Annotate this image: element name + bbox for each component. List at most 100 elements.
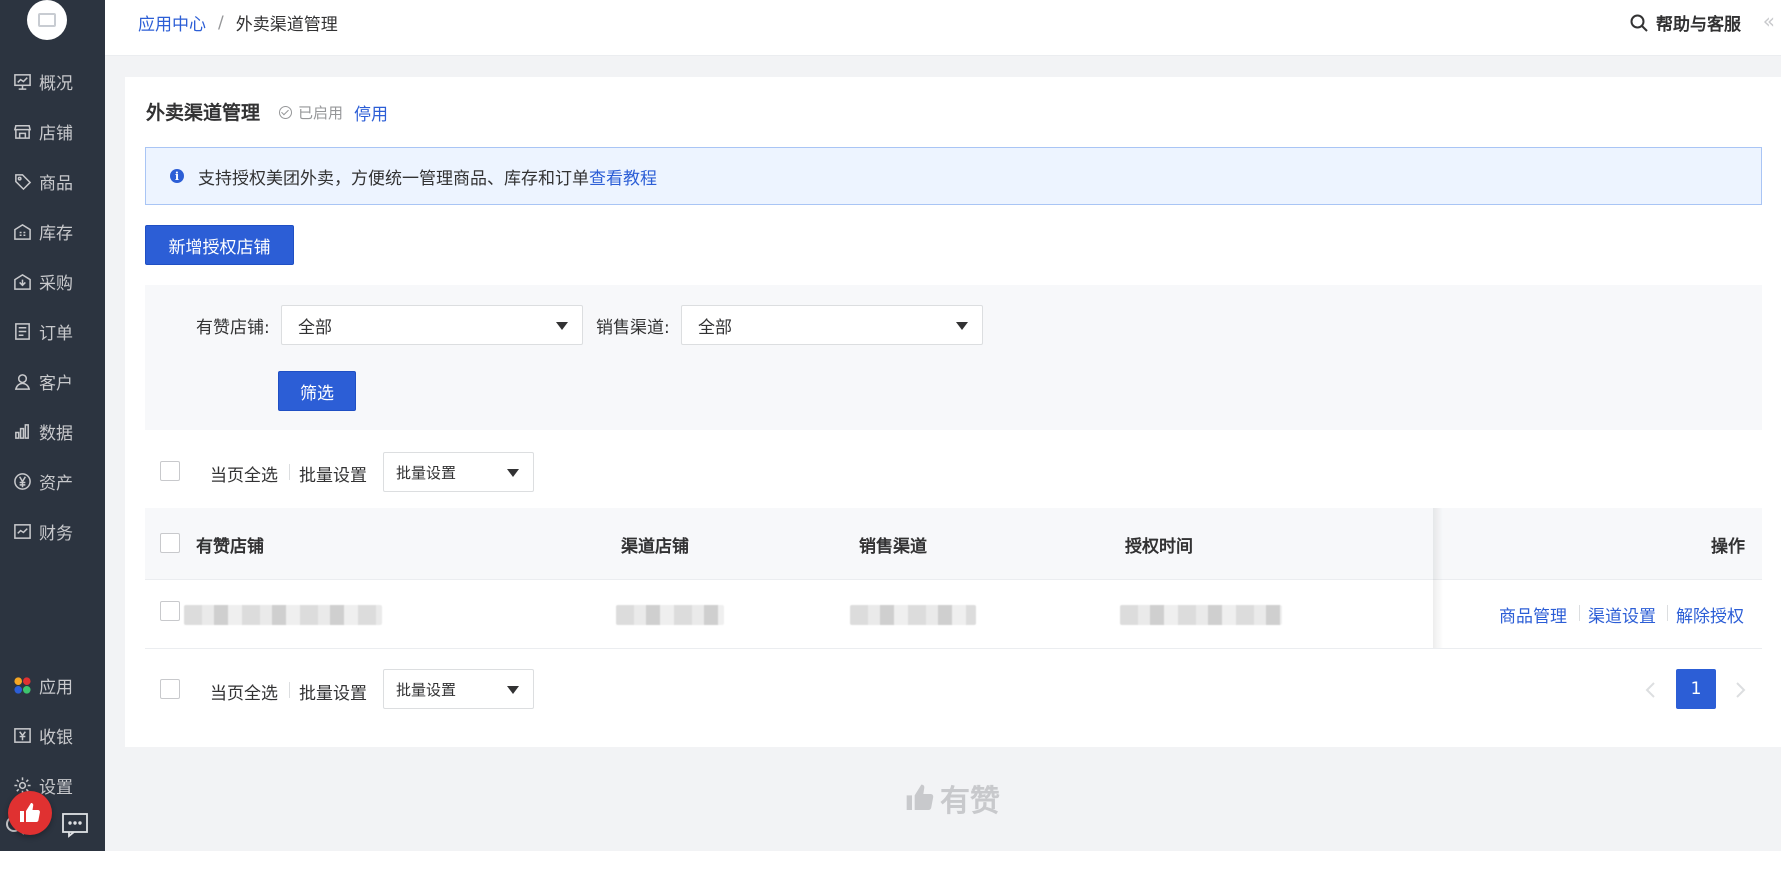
disable-link[interactable]: 停用 — [354, 100, 388, 125]
channel-filter-value: 全部 — [698, 317, 732, 338]
channel-filter-select[interactable]: 全部 — [681, 305, 983, 345]
sidebar: 概况 店铺 商品 库存 采购 订单 客户 数据 资产 财务 应用 收银 设置 — [0, 0, 105, 851]
revoke-authorization-link[interactable]: 解除授权 — [1676, 602, 1744, 627]
select-all-checkbox-bottom[interactable] — [160, 679, 180, 699]
cashier-icon — [12, 725, 32, 745]
sidebar-item-data[interactable]: 数据 — [0, 409, 105, 453]
store-filter-select[interactable]: 全部 — [281, 305, 583, 345]
sidebar-item-label: 资产 — [39, 473, 73, 494]
column-sales-channel: 销售渠道 — [859, 537, 927, 557]
collapse-icon[interactable]: « — [1763, 9, 1775, 33]
select-all-label: 当页全选 — [210, 684, 278, 704]
sidebar-item-label: 数据 — [39, 423, 73, 444]
order-icon — [12, 321, 32, 341]
sidebar-item-label: 商品 — [39, 173, 73, 194]
breadcrumb: 应用中心 / 外卖渠道管理 — [138, 10, 338, 36]
sidebar-item-overview[interactable]: 概况 — [0, 59, 105, 103]
sidebar-item-label: 库存 — [39, 223, 73, 244]
batch-settings-label: 批量设置 — [299, 684, 367, 704]
breadcrumb-app-center[interactable]: 应用中心 — [138, 10, 206, 35]
batch-settings-label: 批量设置 — [299, 466, 367, 486]
finance-icon — [12, 521, 32, 541]
column-channel-store: 渠道店铺 — [621, 537, 689, 557]
breadcrumb-separator: / — [218, 12, 224, 33]
apps-icon — [12, 675, 32, 695]
sidebar-item-label: 订单 — [39, 323, 73, 344]
redacted-sales-channel — [850, 605, 976, 625]
info-icon: i — [170, 169, 184, 183]
filter-button[interactable]: 筛选 — [278, 371, 356, 411]
top-header: 应用中心 / 外卖渠道管理 帮助与客服 « — [105, 0, 1781, 56]
select-all-label: 当页全选 — [210, 466, 278, 486]
goods-management-link[interactable]: 商品管理 — [1499, 602, 1567, 627]
row-checkbox[interactable] — [160, 601, 180, 621]
column-actions: 操作 — [1711, 537, 1745, 557]
footer-strip — [0, 851, 1781, 871]
divider — [1667, 605, 1668, 621]
divider — [1579, 605, 1580, 621]
sidebar-item-cashier[interactable]: 收银 — [0, 713, 105, 757]
batch-settings-value: 批量设置 — [396, 680, 457, 699]
select-all-checkbox[interactable] — [160, 461, 180, 481]
sidebar-item-inventory[interactable]: 库存 — [0, 209, 105, 253]
sidebar-item-purchase[interactable]: 采购 — [0, 259, 105, 303]
sidebar-item-customers[interactable]: 客户 — [0, 359, 105, 403]
store-filter-label: 有赞店铺: — [196, 318, 270, 338]
channel-filter-label: 销售渠道: — [596, 318, 670, 338]
redacted-auth-time — [1120, 605, 1282, 625]
view-tutorial-link[interactable]: 查看教程 — [589, 164, 657, 189]
dashboard-icon — [12, 71, 32, 91]
sidebar-item-label: 店铺 — [39, 123, 73, 144]
caret-down-icon — [507, 469, 519, 477]
pagination-prev-icon[interactable] — [1641, 680, 1661, 700]
sidebar-item-finance[interactable]: 财务 — [0, 509, 105, 553]
bar-chart-icon — [12, 421, 32, 441]
sidebar-item-goods[interactable]: 商品 — [0, 159, 105, 203]
sidebar-item-label: 采购 — [39, 273, 73, 294]
thumbs-up-icon — [906, 784, 934, 810]
sidebar-item-label: 客户 — [39, 373, 73, 394]
header-checkbox[interactable] — [160, 533, 180, 553]
warehouse-icon — [12, 221, 32, 241]
status-badge: 已启用 — [279, 102, 343, 123]
sidebar-item-store[interactable]: 店铺 — [0, 109, 105, 153]
user-icon — [12, 371, 32, 391]
pagination-page[interactable]: 1 — [1676, 669, 1716, 709]
search-icon — [1630, 14, 1648, 32]
channel-settings-link[interactable]: 渠道设置 — [1588, 602, 1656, 627]
chat-icon[interactable] — [61, 812, 89, 838]
notice-text: 支持授权美团外卖，方便统一管理商品、库存和订单 — [198, 168, 589, 189]
tag-icon — [12, 171, 32, 191]
info-notice: i 支持授权美团外卖，方便统一管理商品、库存和订单 查看教程 — [145, 147, 1762, 205]
divider — [289, 682, 290, 698]
caret-down-icon — [956, 322, 968, 330]
store-icon — [12, 121, 32, 141]
caret-down-icon — [556, 322, 568, 330]
row-divider — [145, 579, 1762, 580]
pagination-next-icon[interactable] — [1730, 680, 1750, 700]
yuan-icon — [12, 471, 32, 491]
help-label: 帮助与客服 — [1656, 15, 1741, 35]
breadcrumb-current: 外卖渠道管理 — [235, 15, 338, 35]
batch-settings-select-bottom[interactable]: 批量设置 — [383, 669, 534, 709]
store-logo[interactable] — [27, 0, 67, 40]
sidebar-item-apps[interactable]: 应用 — [0, 663, 105, 707]
batch-settings-select[interactable]: 批量设置 — [383, 452, 534, 492]
thumbs-up-icon[interactable] — [8, 791, 52, 835]
redacted-youzan-store — [184, 605, 382, 625]
help-and-support-button[interactable]: 帮助与客服 — [1630, 10, 1741, 35]
fixed-column-shadow — [1433, 508, 1443, 648]
sidebar-item-label: 概况 — [39, 73, 73, 94]
sidebar-item-label: 设置 — [39, 777, 73, 798]
add-authorized-store-button[interactable]: 新增授权店铺 — [145, 225, 294, 265]
column-youzan-store: 有赞店铺 — [196, 537, 264, 557]
caret-down-icon — [507, 686, 519, 694]
status-text: 已启用 — [298, 104, 344, 122]
divider — [289, 464, 290, 480]
sidebar-item-assets[interactable]: 资产 — [0, 459, 105, 503]
sidebar-item-orders[interactable]: 订单 — [0, 309, 105, 353]
check-circle-icon — [279, 106, 292, 119]
sidebar-item-label: 应用 — [39, 677, 73, 698]
page-title: 外卖渠道管理 — [146, 102, 261, 124]
store-filter-value: 全部 — [298, 317, 332, 338]
